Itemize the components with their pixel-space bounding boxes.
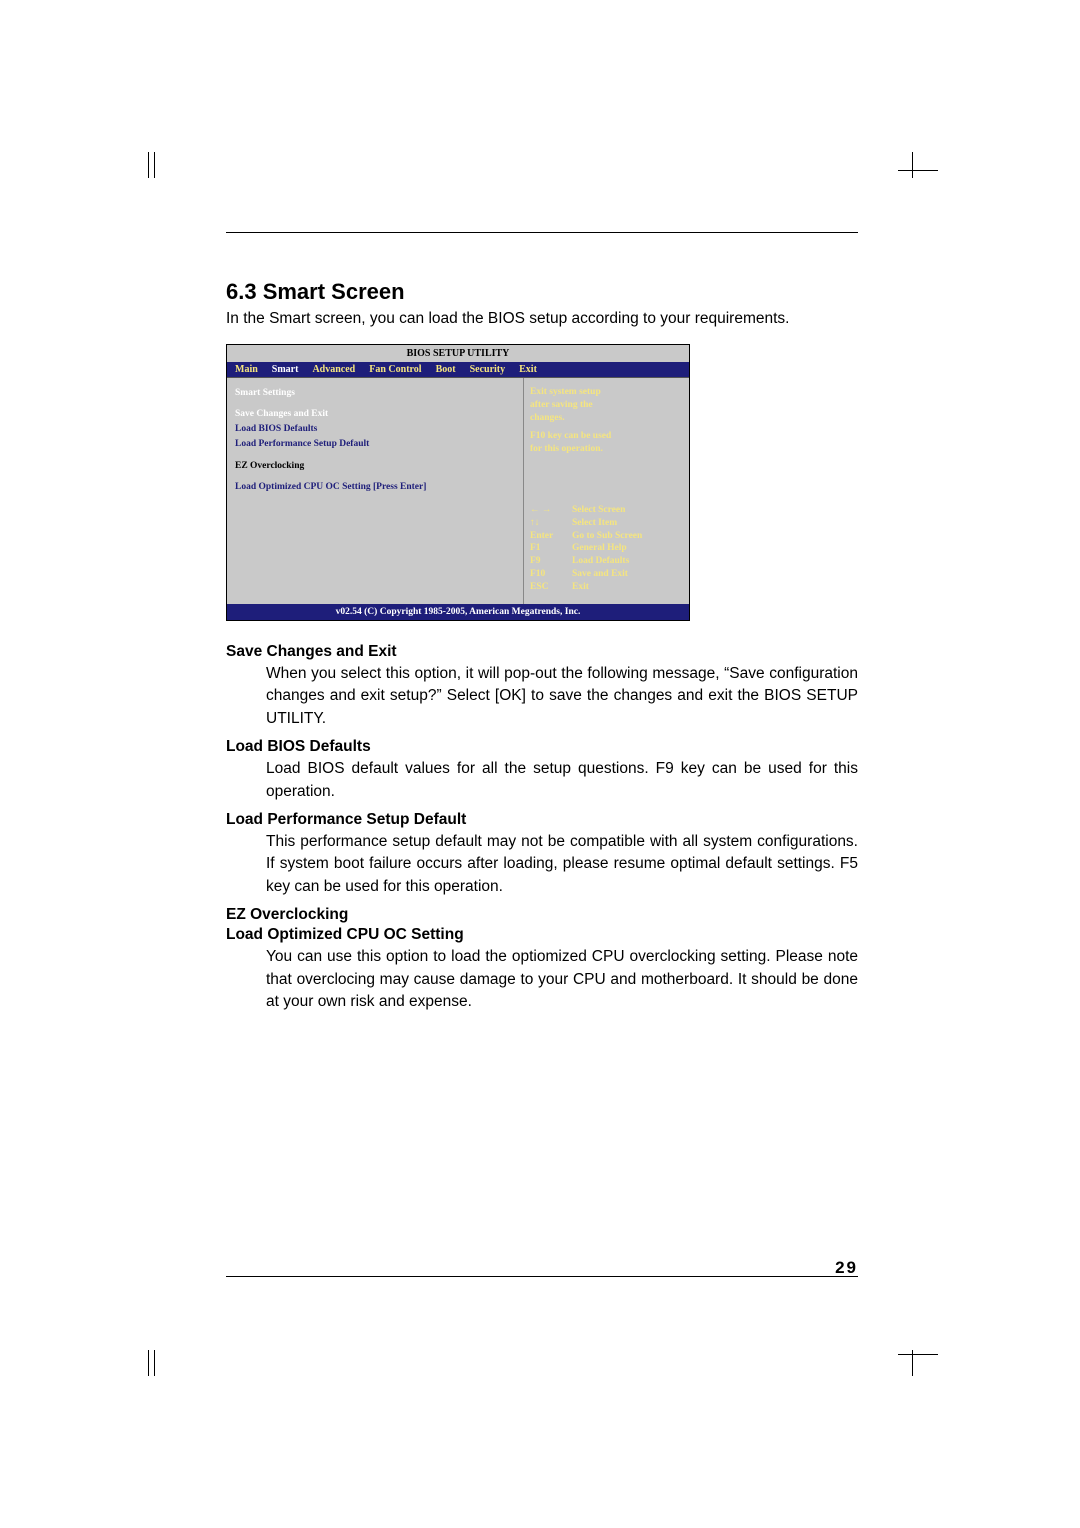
term-body: You can use this option to load the opti… [266,946,858,1013]
bios-tab-advanced: Advanced [312,364,355,375]
crop-mark-tr [898,152,938,192]
crop-mark-tl [130,152,170,192]
intro-text: In the Smart screen, you can load the BI… [226,309,858,330]
help-label: Select Item [572,517,617,530]
crop-mark-br [898,1336,938,1376]
bios-tabs: Main Smart Advanced Fan Control Boot Sec… [227,362,689,377]
bios-tab-fan: Fan Control [369,364,421,375]
bios-desc-line: changes. [530,412,679,425]
crop-mark-bl [130,1336,170,1376]
bios-desc-line: Exit system setup [530,386,679,399]
help-label: General Help [572,542,627,555]
help-key: Enter [530,530,564,543]
bios-item-load-oc: Load Optimized CPU OC Setting [Press Ent… [235,480,515,495]
term-body: This performance setup default may not b… [266,831,858,898]
page-number: 29 [226,1258,858,1278]
bios-item-save-exit: Save Changes and Exit [235,407,515,422]
bios-item-load-defaults: Load BIOS Defaults [235,422,515,437]
bios-right-panel: Exit system setup after saving the chang… [523,378,689,604]
term-title: Load Performance Setup Default [226,811,858,829]
bottom-rule [226,1276,858,1277]
bios-tab-smart: Smart [272,364,299,375]
help-key: ← → [530,504,564,517]
bios-left-heading: Smart Settings [235,386,515,401]
bios-screenshot: BIOS SETUP UTILITY Main Smart Advanced F… [226,344,690,621]
bios-title: BIOS SETUP UTILITY [227,345,689,362]
bios-body: Smart Settings Save Changes and Exit Loa… [227,377,689,604]
term-title: EZ Overclocking [226,906,858,924]
bios-tab-exit: Exit [519,364,537,375]
term-title: Load BIOS Defaults [226,738,858,756]
term-title: Save Changes and Exit [226,643,858,661]
help-key: F10 [530,568,564,581]
term-body: When you select this option, it will pop… [266,663,858,730]
top-rule [226,232,858,233]
help-key: F1 [530,542,564,555]
bios-left-panel: Smart Settings Save Changes and Exit Loa… [227,378,523,604]
help-label: Save and Exit [572,568,628,581]
help-label: Exit [572,581,589,594]
bios-tab-main: Main [235,364,258,375]
help-key: ↑↓ [530,517,564,530]
help-label: Go to Sub Screen [572,530,642,543]
help-key: F9 [530,555,564,568]
bios-item-load-perf: Load Performance Setup Default [235,437,515,452]
bios-sub-heading: EZ Overclocking [235,459,515,474]
section-heading: 6.3 Smart Screen [226,279,858,305]
term-body: Load BIOS default values for all the set… [266,758,858,803]
help-label: Load Defaults [572,555,629,568]
help-key: ESC [530,581,564,594]
bios-tab-security: Security [470,364,506,375]
bios-footer: v02.54 (C) Copyright 1985-2005, American… [227,604,689,620]
bios-desc-line: for this operation. [530,443,679,456]
term-title: Load Optimized CPU OC Setting [226,926,858,944]
bios-desc-line: after saving the [530,399,679,412]
bios-help-table: ← → Select Screen ↑↓ Select Item Enter Go t… [530,504,679,594]
bios-desc-line: F10 key can be used [530,430,679,443]
help-label: Select Screen [572,504,625,517]
page-content: 6.3 Smart Screen In the Smart screen, yo… [226,232,858,1022]
bios-tab-boot: Boot [436,364,456,375]
